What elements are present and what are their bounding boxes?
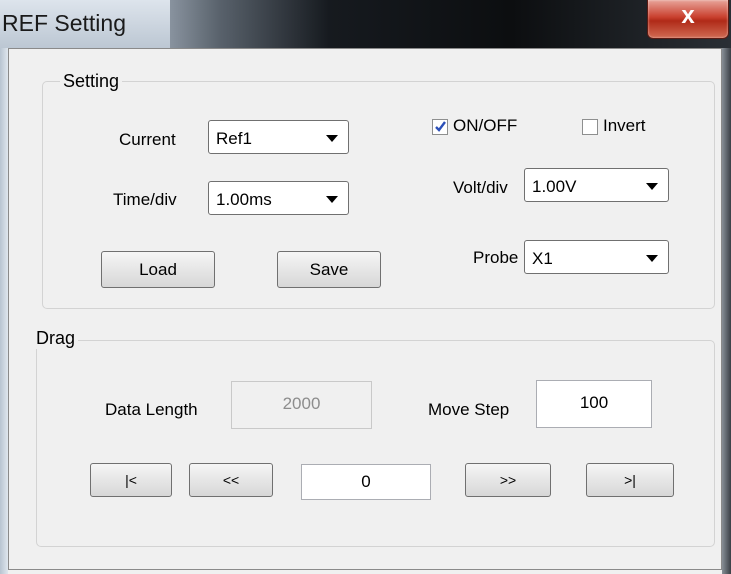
chevron-down-icon	[326, 135, 338, 142]
chevron-down-icon	[646, 183, 658, 190]
drag-legend: Drag	[33, 328, 79, 349]
probe-label: Probe	[473, 248, 519, 267]
first-button[interactable]: |<	[90, 463, 172, 497]
voltdiv-label: Volt/div	[453, 178, 508, 197]
onoff-label[interactable]: ON/OFF	[453, 116, 517, 136]
current-select-value: Ref1	[216, 129, 252, 148]
next-button[interactable]: >>	[465, 463, 551, 497]
invert-label[interactable]: Invert	[603, 116, 646, 136]
current-label: Current	[119, 130, 176, 149]
position-input[interactable]: 0	[301, 464, 431, 500]
timediv-select-value: 1.00ms	[216, 190, 272, 209]
probe-select-value: X1	[532, 249, 553, 268]
move-step-input[interactable]: 100	[536, 380, 652, 428]
data-length-field: 2000	[231, 381, 372, 429]
timediv-select[interactable]: 1.00ms	[208, 181, 349, 215]
voltdiv-select[interactable]: 1.00V	[524, 168, 669, 202]
load-button[interactable]: Load	[101, 251, 215, 288]
close-icon: x	[681, 2, 695, 29]
chevron-down-icon	[326, 196, 338, 203]
check-icon	[435, 121, 446, 132]
window-title: REF Setting	[2, 10, 126, 36]
dialog-client: Setting Current Ref1 Time/div 1.00ms ON/…	[8, 48, 722, 570]
save-button[interactable]: Save	[277, 251, 381, 288]
current-select[interactable]: Ref1	[208, 120, 349, 154]
window-frame-right	[722, 48, 731, 574]
chevron-down-icon	[646, 255, 658, 262]
window-frame-left	[0, 48, 8, 574]
prev-button[interactable]: <<	[189, 463, 273, 497]
drag-group	[36, 340, 715, 547]
setting-legend: Setting	[60, 71, 123, 92]
title-area: REF Setting	[0, 0, 170, 48]
voltdiv-select-value: 1.00V	[532, 177, 577, 196]
timediv-label: Time/div	[113, 190, 177, 209]
move-step-label: Move Step	[428, 400, 510, 419]
last-button[interactable]: >|	[586, 463, 674, 497]
onoff-checkbox[interactable]	[432, 119, 448, 135]
invert-checkbox[interactable]	[582, 119, 598, 135]
data-length-label: Data Length	[105, 400, 198, 419]
close-button[interactable]: x	[647, 0, 729, 39]
ref-setting-dialog: REF Setting x Setting Current Ref1 Time/…	[0, 0, 731, 574]
probe-select[interactable]: X1	[524, 240, 669, 274]
